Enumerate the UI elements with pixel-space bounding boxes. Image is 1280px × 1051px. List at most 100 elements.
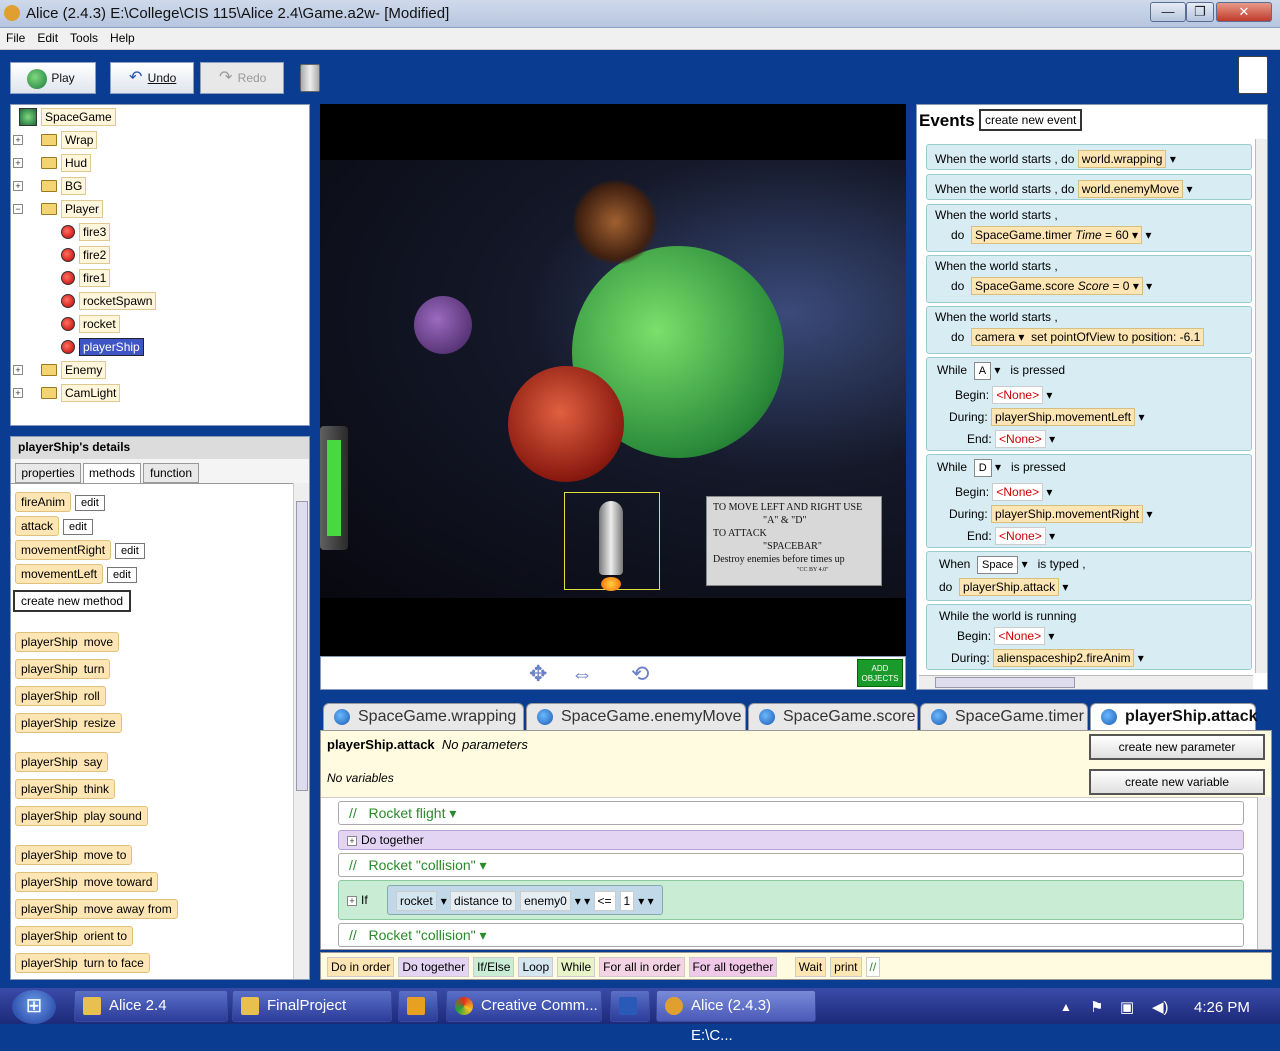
compare-value[interactable]: 1	[619, 891, 635, 911]
rocket-object[interactable]: rocket	[396, 891, 437, 911]
comment-text[interactable]: Rocket flight	[368, 805, 445, 821]
block-do-in-order[interactable]: Do in order	[327, 957, 395, 977]
event-while-world-running[interactable]: While the world is running Begin: <None>…	[926, 604, 1252, 670]
tab-spacegame-timer[interactable]: SpaceGame.timer	[920, 703, 1088, 731]
event-world-starts-enemymove[interactable]: When the world starts , do world.enemyMo…	[926, 174, 1252, 200]
builtin-method-tile[interactable]: playerShip turn to face	[15, 953, 150, 973]
builtin-method-tile[interactable]: playerShip play sound	[15, 806, 148, 826]
tree-item-hud[interactable]: Hud	[61, 154, 92, 172]
block-wait[interactable]: Wait	[794, 957, 827, 977]
tab-methods[interactable]: methods	[83, 463, 141, 483]
add-objects-button[interactable]: ADD OBJECTS	[857, 659, 903, 687]
none-slot[interactable]: <None>	[995, 527, 1046, 545]
comment-rocket-collision-2[interactable]: // Rocket "collision" ▾	[338, 923, 1244, 947]
position-value[interactable]: position: -6.1	[1132, 330, 1201, 344]
expand-icon[interactable]: +	[347, 836, 357, 846]
method-tile[interactable]: world.wrapping	[1077, 150, 1167, 168]
block-for-all-in-order[interactable]: For all in order	[599, 957, 685, 977]
param-value[interactable]: = 0	[1112, 279, 1129, 293]
expand-icon[interactable]: +	[13, 365, 23, 375]
events-vscrollbar[interactable]	[1255, 139, 1267, 673]
if-block[interactable]: + If rocket ▾ distance to enemy0 ▾ ▾ <= 1 ▾ ▾	[338, 880, 1244, 920]
tab-properties[interactable]: properties	[15, 463, 81, 483]
block-loop[interactable]: Loop	[518, 957, 554, 977]
expand-icon[interactable]: +	[13, 388, 23, 398]
tab-spacegame-wrapping[interactable]: SpaceGame.wrapping	[323, 703, 524, 731]
builtin-method-tile[interactable]: playerShip think	[15, 779, 116, 799]
expand-icon[interactable]: +	[13, 158, 23, 168]
block-do-together[interactable]: Do together	[398, 957, 470, 977]
builtin-method-tile[interactable]: playerShip move away from	[15, 899, 178, 919]
builtin-method-tile[interactable]: playerShip turn	[15, 659, 111, 679]
tree-item-enemy[interactable]: Enemy	[61, 361, 107, 379]
block-while[interactable]: While	[557, 957, 596, 977]
tab-spacegame-score[interactable]: SpaceGame.score	[748, 703, 918, 731]
none-slot[interactable]: <None>	[992, 386, 1044, 404]
enemy-object[interactable]: enemy0	[520, 891, 571, 911]
tree-item-wrap[interactable]: Wrap	[61, 131, 98, 149]
camera-object[interactable]: camera	[975, 330, 1015, 344]
tree-item-rocket[interactable]: rocket	[79, 315, 120, 333]
camera-tilt-icon[interactable]: ⟲	[631, 661, 649, 687]
create-event-button[interactable]: create new event	[979, 109, 1083, 131]
details-scrollbar[interactable]	[293, 483, 309, 979]
taskbar-chrome[interactable]: Creative Comm...	[446, 990, 602, 1022]
tree-item-fire3[interactable]: fire3	[79, 223, 111, 241]
builtin-method-tile[interactable]: playerShip roll	[15, 686, 106, 706]
collapse-icon[interactable]: −	[13, 204, 23, 214]
builtin-method-tile[interactable]: playerShip move toward	[15, 872, 159, 892]
tab-spacegame-enemymove[interactable]: SpaceGame.enemyMove	[526, 703, 746, 731]
menu-help[interactable]: Help	[104, 28, 141, 45]
menu-file[interactable]: File	[0, 28, 31, 45]
builtin-method-tile[interactable]: playerShip move	[15, 632, 120, 652]
edit-button[interactable]: edit	[107, 567, 137, 583]
event-world-starts-camera[interactable]: When the world starts , do camera ▾ set …	[926, 306, 1252, 354]
event-world-starts-score[interactable]: When the world starts , do SpaceGame.sco…	[926, 255, 1252, 303]
key-space[interactable]: Space	[977, 556, 1019, 574]
taskbar-finalproject[interactable]: FinalProject	[232, 990, 392, 1022]
method-tile[interactable]: camera ▾ set pointOfView to position: -6…	[971, 328, 1205, 346]
scroll-thumb[interactable]	[296, 501, 308, 791]
undo-button[interactable]: ↶ Undo	[110, 62, 194, 94]
tree-item-player[interactable]: Player	[61, 200, 104, 218]
block-print[interactable]: print	[830, 957, 862, 977]
method-tile[interactable]: movementLeft	[15, 564, 104, 584]
condition-expression[interactable]: rocket ▾ distance to enemy0 ▾ ▾ <= 1 ▾ ▾	[387, 885, 663, 915]
menu-tools[interactable]: Tools	[64, 28, 104, 45]
menu-edit[interactable]: Edit	[31, 28, 64, 45]
taskbar-outlook[interactable]	[398, 990, 438, 1022]
tree-item-rocketspawn[interactable]: rocketSpawn	[79, 292, 157, 310]
none-slot[interactable]: <None>	[995, 430, 1046, 448]
block-for-all-together[interactable]: For all together	[688, 957, 778, 977]
comment-rocket-collision[interactable]: // Rocket "collision" ▾	[338, 853, 1244, 877]
create-variable-button[interactable]: create new variable	[1089, 769, 1265, 795]
do-together-block[interactable]: + Do together	[338, 830, 1244, 850]
trash-icon[interactable]	[300, 64, 320, 92]
clock[interactable]: 4:26 PM	[1194, 999, 1250, 1016]
comment-rocket-flight[interactable]: // Rocket flight ▾	[338, 801, 1244, 825]
close-button[interactable]: ✕	[1216, 2, 1272, 22]
create-method-button[interactable]: create new method	[13, 590, 132, 612]
redo-button[interactable]: ↷ Redo	[200, 62, 284, 94]
comment-text[interactable]: Rocket "collision"	[368, 927, 475, 943]
builtin-method-tile[interactable]: playerShip resize	[15, 713, 122, 733]
create-parameter-button[interactable]: create new parameter	[1089, 734, 1265, 760]
compare-operator[interactable]: <=	[593, 891, 616, 911]
tree-root-spacegame[interactable]: SpaceGame	[41, 108, 116, 126]
key-d[interactable]: D	[973, 459, 992, 477]
expand-icon[interactable]: +	[13, 181, 23, 191]
volume-icon[interactable]: ◀)	[1152, 998, 1169, 1016]
block-comment[interactable]: //	[865, 957, 881, 977]
method-tile[interactable]: playerShip.attack	[959, 578, 1060, 596]
method-tile[interactable]: playerShip.movementLeft	[991, 408, 1136, 426]
method-tile[interactable]: alienspaceship2.fireAnim	[993, 649, 1135, 667]
expand-icon[interactable]: +	[347, 896, 357, 906]
method-tile[interactable]: movementRight	[15, 540, 112, 560]
tab-playership-attack[interactable]: playerShip.attack	[1090, 703, 1258, 731]
method-tile[interactable]: attack	[15, 516, 60, 536]
hscroll-thumb[interactable]	[935, 677, 1075, 688]
tree-item-playership[interactable]: playerShip	[79, 338, 144, 356]
play-button[interactable]: Play	[10, 62, 96, 94]
event-when-space-typed[interactable]: When Space ▾ is typed , do playerShip.at…	[926, 551, 1252, 601]
tree-item-fire1[interactable]: fire1	[79, 269, 111, 287]
